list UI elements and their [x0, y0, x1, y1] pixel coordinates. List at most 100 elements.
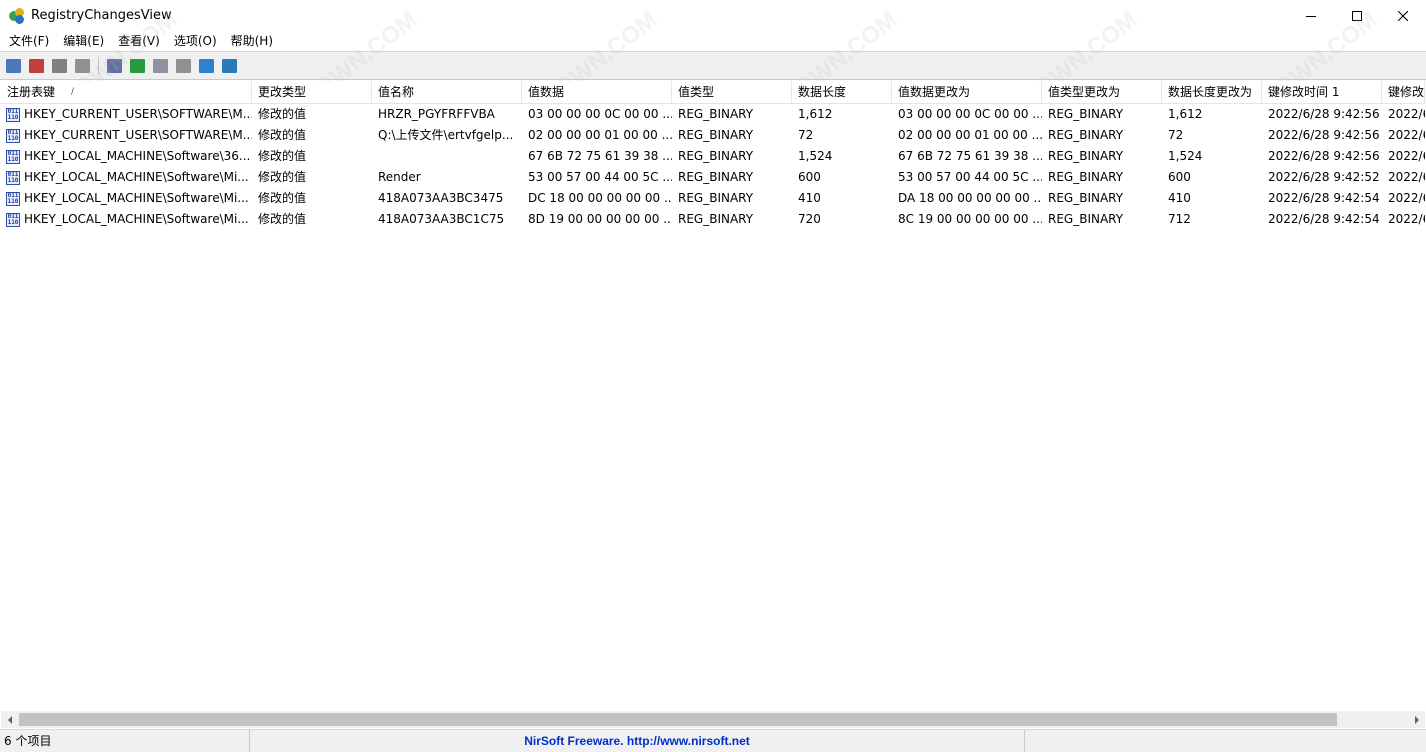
column-header-data-length[interactable]: 数据长度: [792, 81, 892, 104]
close-icon: [1398, 10, 1408, 21]
app-icon: [9, 7, 25, 24]
cell-value-data: 53 00 57 00 44 00 5C ...: [528, 170, 672, 184]
status-panel-empty: [1025, 730, 1426, 752]
chevron-left-icon: [7, 715, 12, 724]
table-body: 011 110 HKEY_CURRENT_USER\SOFTWARE\M... 修改的…: [1, 104, 1425, 230]
cell-value-name: [372, 146, 522, 167]
menu-help[interactable]: 帮助(H): [224, 31, 280, 51]
registry-key-text: HKEY_LOCAL_MACHINE\Software\36...: [24, 149, 251, 163]
import-button[interactable]: [72, 56, 92, 76]
close-button[interactable]: [1380, 0, 1426, 31]
refresh-button[interactable]: [127, 56, 147, 76]
cell-data-length: 720: [798, 212, 821, 226]
properties-button[interactable]: [3, 56, 23, 76]
column-header-change-type[interactable]: 更改类型: [252, 81, 372, 104]
save-icon: [106, 58, 122, 73]
column-header-data-length-changed[interactable]: 数据长度更改为: [1162, 81, 1262, 104]
column-header-value-type[interactable]: 值类型: [672, 81, 792, 104]
status-bar: 6 个项目 NirSoft Freeware. http://www.nirso…: [0, 729, 1426, 752]
horizontal-scrollbar[interactable]: [1, 711, 1425, 728]
cell-value-type: REG_BINARY: [678, 191, 754, 205]
cell-value-data: 67 6B 72 75 61 39 38 ...: [528, 149, 672, 163]
cell-key-modified-time-2: 2022/6: [1388, 170, 1425, 184]
cell-data-length-changed: 410: [1168, 191, 1191, 205]
registry-key-text: HKEY_CURRENT_USER\SOFTWARE\M...: [24, 128, 252, 142]
cell-data-length: 410: [798, 191, 821, 205]
cell-value-data: 03 00 00 00 0C 00 00 ...: [528, 107, 672, 121]
find-button[interactable]: [196, 56, 216, 76]
refresh-icon: [129, 58, 145, 73]
scroll-right-button[interactable]: [1408, 711, 1425, 728]
cell-change-type: 修改的值: [258, 212, 307, 226]
registry-binary-value-icon: 011 110: [6, 149, 20, 164]
cell-registry-key: 011 110 HKEY_CURRENT_USER\SOFTWARE\M...: [1, 125, 252, 146]
minimize-button[interactable]: [1288, 0, 1334, 31]
cell-value-data: 8D 19 00 00 00 00 00 ...: [528, 212, 672, 226]
column-header-value-data-changed[interactable]: 值数据更改为: [892, 81, 1042, 104]
cell-key-modified-time-1: 2022/6/28 9:42:56: [1268, 149, 1380, 163]
table-row[interactable]: 011 110 HKEY_LOCAL_MACHINE\Software\Mi... 修…: [1, 209, 1425, 230]
cell-key-modified-time-2: 2022/6: [1388, 149, 1425, 163]
cell-data-length-changed: 1,524: [1168, 149, 1203, 163]
maximize-button[interactable]: [1334, 0, 1380, 31]
snapshot-button[interactable]: [26, 56, 46, 76]
cell-value-type-changed: REG_BINARY: [1048, 128, 1124, 142]
sort-indicator-icon: /: [71, 87, 75, 97]
cell-value-data-changed: 8C 19 00 00 00 00 00 ...: [898, 212, 1042, 226]
registry-changes-list[interactable]: 注册表键 / 更改类型 值名称 值数据 值类型 数据长度 值数据更改为 值类型更改…: [1, 81, 1425, 711]
table-row[interactable]: 011 110 HKEY_CURRENT_USER\SOFTWARE\M... 修改的…: [1, 125, 1425, 146]
cell-registry-key: 011 110 HKEY_LOCAL_MACHINE\Software\Mi...: [1, 167, 252, 188]
find-icon: [198, 58, 214, 73]
menu-view[interactable]: 查看(V): [111, 31, 167, 51]
import-icon: [74, 58, 90, 73]
open-folder-button[interactable]: [173, 56, 193, 76]
cell-data-length: 72: [798, 128, 814, 142]
menu-options[interactable]: 选项(O): [167, 31, 224, 51]
menu-bar: 文件(F) 编辑(E) 查看(V) 选项(O) 帮助(H): [0, 31, 1426, 51]
minimize-icon: [1306, 15, 1316, 17]
cell-value-name: Q:\上传文件\ertvfgelp...: [378, 128, 514, 142]
column-header-value-data[interactable]: 值数据: [522, 81, 672, 104]
item-count: 6 个项目: [0, 730, 250, 752]
save-button[interactable]: [104, 56, 124, 76]
column-header-value-type-changed[interactable]: 值类型更改为: [1042, 81, 1162, 104]
scrollbar-thumb[interactable]: [19, 713, 1337, 726]
cell-key-modified-time-1: 2022/6/28 9:42:56: [1268, 128, 1380, 142]
registry-key-text: HKEY_LOCAL_MACHINE\Software\Mi...: [24, 191, 249, 205]
cell-change-type: 修改的值: [258, 107, 307, 121]
nirsoft-link[interactable]: NirSoft Freeware. http://www.nirsoft.net: [250, 730, 1025, 752]
scroll-left-button[interactable]: [1, 711, 18, 728]
cell-change-type: 修改的值: [258, 170, 307, 184]
menu-edit[interactable]: 编辑(E): [56, 31, 111, 51]
exit-button[interactable]: [219, 56, 239, 76]
table-row[interactable]: 011 110 HKEY_LOCAL_MACHINE\Software\Mi... 修…: [1, 188, 1425, 209]
table-row[interactable]: 011 110 HKEY_CURRENT_USER\SOFTWARE\M... 修改的…: [1, 104, 1425, 125]
cell-value-data-changed: 67 6B 72 75 61 39 38 ...: [898, 149, 1042, 163]
cell-key-modified-time-1: 2022/6/28 9:42:56: [1268, 107, 1380, 121]
cell-value-type-changed: REG_BINARY: [1048, 191, 1124, 205]
table-row[interactable]: 011 110 HKEY_LOCAL_MACHINE\Software\36... 修…: [1, 146, 1425, 167]
cell-key-modified-time-2: 2022/6: [1388, 107, 1425, 121]
cell-key-modified-time-1: 2022/6/28 9:42:54: [1268, 191, 1380, 205]
column-header-registry-key[interactable]: 注册表键 /: [1, 81, 252, 104]
export-button[interactable]: [49, 56, 69, 76]
table-row[interactable]: 011 110 HKEY_LOCAL_MACHINE\Software\Mi... 修…: [1, 167, 1425, 188]
cell-registry-key: 011 110 HKEY_LOCAL_MACHINE\Software\Mi...: [1, 188, 252, 209]
cell-registry-key: 011 110 HKEY_CURRENT_USER\SOFTWARE\M...: [1, 104, 252, 125]
window-controls: [1288, 0, 1426, 31]
cell-data-length-changed: 600: [1168, 170, 1191, 184]
cell-registry-key: 011 110 HKEY_LOCAL_MACHINE\Software\Mi...: [1, 209, 252, 230]
window-title: RegistryChangesView: [31, 8, 172, 23]
column-header-value-name[interactable]: 值名称: [372, 81, 522, 104]
cell-data-length-changed: 712: [1168, 212, 1191, 226]
cell-value-type-changed: REG_BINARY: [1048, 212, 1124, 226]
cell-change-type: 修改的值: [258, 149, 307, 163]
column-header-key-modified-time-2[interactable]: 键修改时: [1382, 81, 1425, 104]
column-header-key-modified-time-1[interactable]: 键修改时间 1: [1262, 81, 1382, 104]
cell-change-type: 修改的值: [258, 191, 307, 205]
toolbar-separator: [98, 56, 99, 75]
menu-file[interactable]: 文件(F): [2, 31, 56, 51]
cell-key-modified-time-2: 2022/6: [1388, 128, 1425, 142]
cell-value-name: 418A073AA3BC1C75: [378, 212, 505, 226]
copy-button[interactable]: [150, 56, 170, 76]
